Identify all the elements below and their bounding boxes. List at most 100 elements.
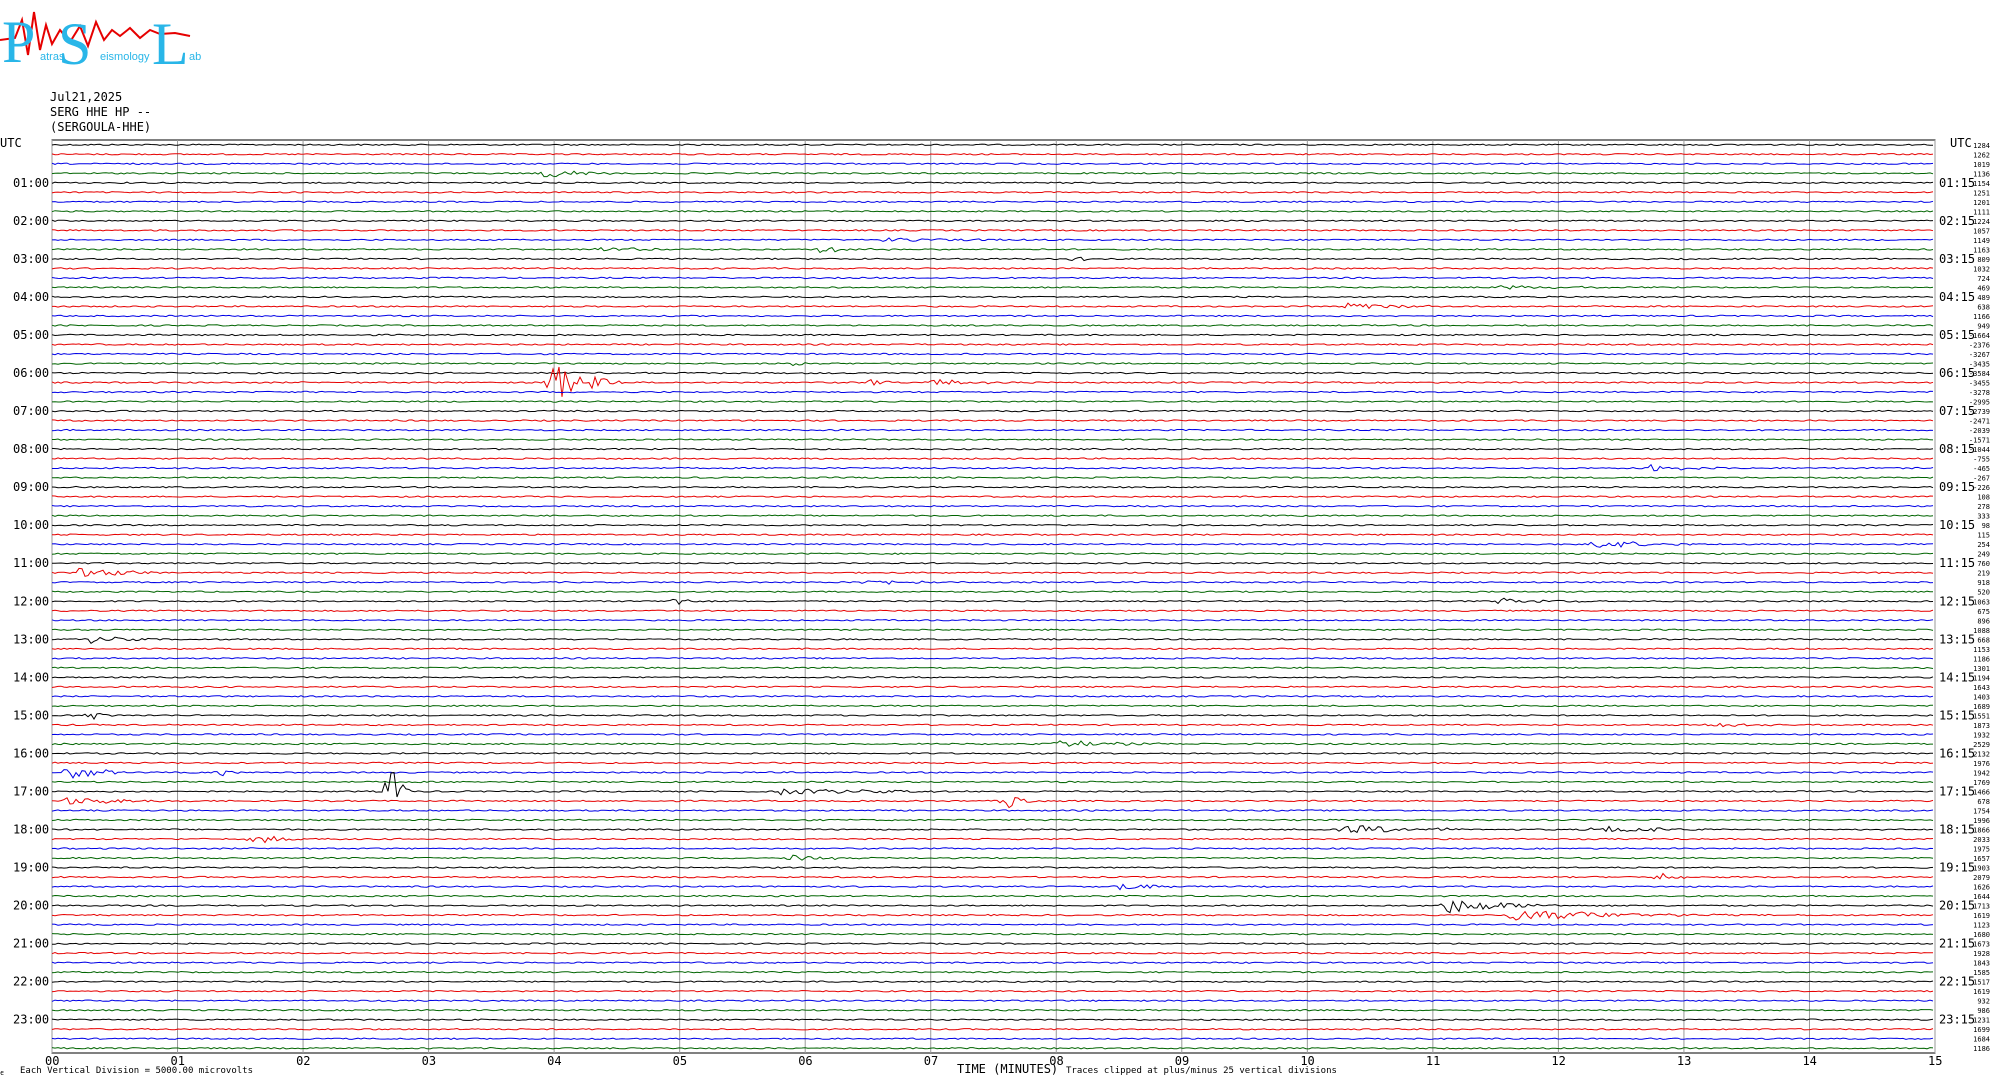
- trace-blue: [51, 883, 1934, 891]
- trace-blue: [51, 390, 1934, 394]
- trace-offset-label: 896: [1977, 617, 1990, 625]
- trace-black: [52, 942, 1934, 945]
- left-hour-label: 07:00: [13, 404, 49, 418]
- trace-green: [51, 628, 1934, 632]
- trace-black: [51, 409, 1934, 413]
- trace-offset-label: 1403: [1973, 693, 1990, 701]
- trace-offset-label: 2529: [1973, 741, 1990, 749]
- trace-green: [51, 362, 1934, 367]
- right-hour-label: 08:15: [1939, 442, 1975, 456]
- x-tick-label: 02: [296, 1054, 310, 1068]
- right-hour-label: 20:15: [1939, 899, 1975, 913]
- trace-blue: [51, 923, 1934, 926]
- left-hour-label: 21:00: [13, 937, 49, 951]
- trace-red: [51, 722, 1934, 728]
- x-tick-label: 15: [1928, 1054, 1942, 1068]
- right-hour-label: 14:15: [1939, 670, 1975, 684]
- trace-offset-label: 1111: [1973, 208, 1990, 216]
- right-hour-label: 19:15: [1939, 861, 1975, 875]
- helicorder-page: P S L atras eismology ab Jul21,2025 SERG…: [0, 0, 2010, 1080]
- trace-offset-label: -755: [1973, 456, 1990, 464]
- trace-red: [51, 495, 1934, 498]
- trace-offset-label: 1619: [1973, 912, 1990, 920]
- label-layer: UTC UTC TIME (MINUTES) Each Vertical Div…: [0, 136, 1990, 1077]
- trace-green: [51, 932, 1934, 936]
- trace-offset-label: 918: [1977, 579, 1990, 587]
- trace-offset-label: 1517: [1973, 979, 1990, 987]
- left-hour-label: 11:00: [13, 556, 49, 570]
- trace-offset-label: 520: [1977, 589, 1990, 597]
- trace-blue: [51, 352, 1934, 356]
- trace-offset-label: 489: [1977, 294, 1990, 302]
- trace-offset-label: 469: [1977, 284, 1990, 292]
- right-hour-label: 13:15: [1939, 632, 1975, 646]
- right-hour-label: 16:15: [1939, 746, 1975, 760]
- trace-green: [52, 476, 1934, 479]
- x-tick-label: 01: [171, 1054, 185, 1068]
- trace-offset-label: 1903: [1973, 865, 1990, 873]
- trace-offset-label: -3278: [1969, 389, 1990, 397]
- trace-red: [51, 609, 1934, 613]
- trace-black: [51, 143, 1933, 147]
- trace-red: [51, 835, 1934, 844]
- left-hour-label: 16:00: [13, 746, 49, 760]
- trace-red: [51, 191, 1934, 194]
- left-axis-label: UTC: [0, 136, 22, 150]
- trace-offset-label: 1166: [1973, 313, 1990, 321]
- trace-offset-label: 1284: [1973, 142, 1990, 150]
- trace-offset-label: 1251: [1973, 189, 1990, 197]
- x-tick-label: 11: [1426, 1054, 1440, 1068]
- trace-offset-label: 1201: [1973, 199, 1990, 207]
- trace-offset-label: 1689: [1973, 703, 1990, 711]
- corner-mark: ϵ: [0, 1069, 4, 1077]
- trace-black: [51, 219, 1934, 223]
- trace-offset-label: 1153: [1973, 646, 1990, 654]
- trace-red: [51, 533, 1934, 536]
- trace-black: [51, 485, 1934, 489]
- left-hour-label: 02:00: [13, 214, 49, 228]
- trace-green: [51, 970, 1934, 974]
- right-hour-label: 07:15: [1939, 404, 1975, 418]
- trace-black: [51, 523, 1934, 527]
- trace-offset-label: 1149: [1973, 237, 1990, 245]
- trace-offset-label: 1843: [1973, 960, 1990, 968]
- trace-offset-label: 1224: [1973, 218, 1990, 226]
- trace-offset-label: -2376: [1969, 341, 1990, 349]
- trace-offset-label: 675: [1977, 608, 1990, 616]
- left-hour-label: 17:00: [13, 784, 49, 798]
- trace-offset-label: 1186: [1973, 1045, 1990, 1053]
- trace-red: [51, 343, 1934, 346]
- trace-offset-label: 1673: [1973, 941, 1990, 949]
- right-hour-label: 03:15: [1939, 252, 1975, 266]
- trace-green: [51, 740, 1933, 747]
- trace-green: [51, 247, 1934, 254]
- left-hour-label: 20:00: [13, 899, 49, 913]
- trace-offset-label: 932: [1977, 998, 1990, 1006]
- trace-offset-label: 1551: [1973, 712, 1990, 720]
- trace-offset-label: 1644: [1973, 893, 1990, 901]
- left-hour-label: 23:00: [13, 1013, 49, 1027]
- trace-offset-label: 1684: [1973, 1036, 1990, 1044]
- trace-offset-label: 1873: [1973, 722, 1990, 730]
- trace-offset-label: 678: [1977, 798, 1990, 806]
- trace-offset-label: 115: [1977, 532, 1990, 540]
- grid-layer: [51, 139, 1936, 1054]
- trace-black: [51, 447, 1934, 451]
- trace-offset-label: -2039: [1969, 427, 1990, 435]
- trace-offset-label: 249: [1977, 551, 1990, 559]
- trace-blue: [51, 961, 1934, 964]
- trace-green: [51, 1008, 1934, 1012]
- left-hour-label: 04:00: [13, 290, 49, 304]
- trace-black: [51, 333, 1934, 337]
- trace-black: [51, 561, 1934, 565]
- trace-offset-label: 668: [1977, 636, 1990, 644]
- right-hour-label: 18:15: [1939, 823, 1975, 837]
- trace-red: [52, 302, 1934, 310]
- left-hour-label: 14:00: [13, 670, 49, 684]
- right-hour-label: 01:15: [1939, 176, 1975, 190]
- trace-blue: [51, 847, 1934, 850]
- trace-green: [51, 400, 1934, 403]
- trace-black: [51, 866, 1934, 869]
- trace-blue: [51, 428, 1934, 432]
- trace-offset-label: 1123: [1973, 922, 1990, 930]
